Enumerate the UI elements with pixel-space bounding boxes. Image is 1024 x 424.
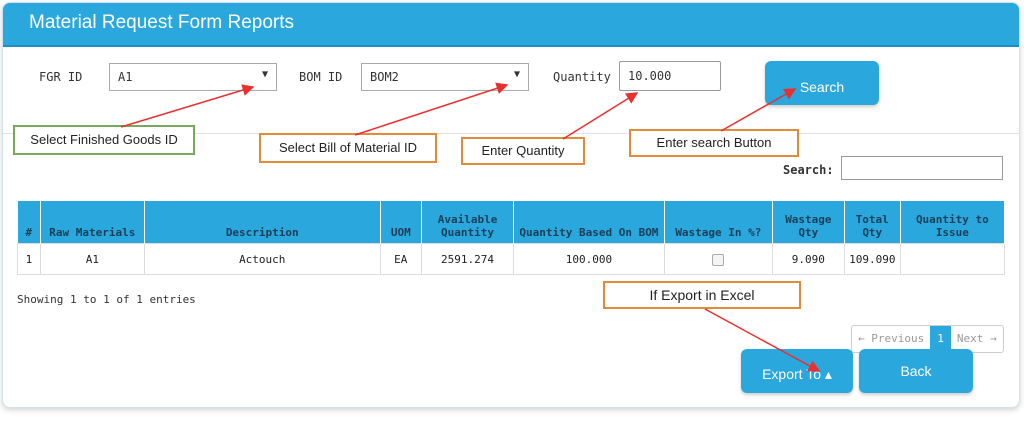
arrow-quantity bbox=[562, 92, 639, 140]
arrow-bom bbox=[354, 82, 509, 136]
arrow-search bbox=[720, 88, 797, 132]
arrow-fgr bbox=[120, 84, 255, 128]
arrow-export bbox=[704, 308, 821, 372]
report-panel: Material Request Form Reports FGR ID A1 … bbox=[2, 2, 1020, 408]
annotation-arrows bbox=[120, 82, 821, 372]
